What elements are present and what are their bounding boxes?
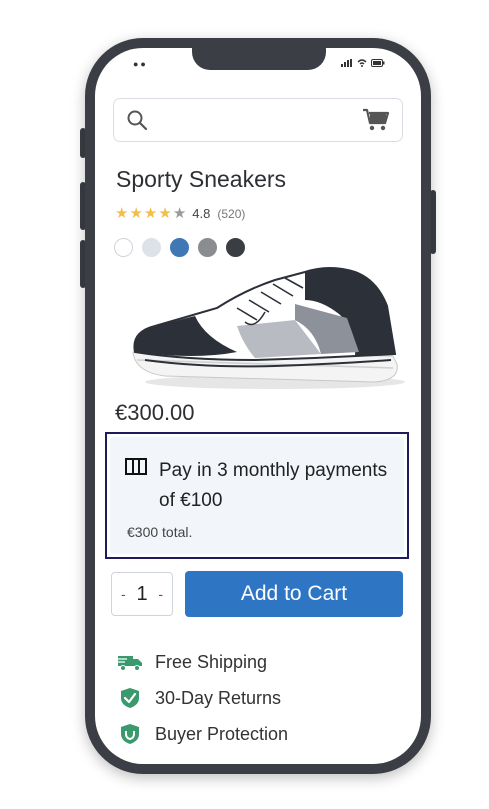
product-price: €300.00 — [115, 400, 195, 425]
signal-icon — [341, 59, 352, 67]
battery-icon — [371, 59, 385, 67]
quantity-stepper[interactable]: - 1 - — [111, 572, 173, 616]
feature-label: Buyer Protection — [155, 723, 289, 744]
rating-stars: ★ ★ ★ ★ ★ — [115, 206, 186, 221]
star-icon: ★ — [143, 205, 158, 222]
feature-label: 30-Day Returns — [155, 687, 282, 708]
feature-free-shipping: Free Shipping — [117, 644, 288, 680]
color-swatch[interactable] — [142, 238, 161, 257]
status-dots: ●● — [133, 59, 148, 69]
quantity-decrement[interactable]: - — [121, 586, 126, 602]
star-icon: ★ — [129, 205, 143, 222]
color-swatches — [114, 238, 245, 257]
search-bar[interactable] — [113, 98, 403, 142]
cart-icon[interactable] — [362, 108, 390, 132]
star-icon: ★ — [158, 205, 172, 222]
feature-buyer-protection: Buyer Protection — [117, 716, 288, 752]
star-icon: ★ — [115, 205, 129, 222]
installment-total: €300 total. — [127, 524, 193, 540]
quantity-increment[interactable]: - — [158, 586, 163, 602]
status-icons — [341, 59, 385, 67]
product-title: Sporty Sneakers — [116, 166, 287, 192]
feature-list: Free Shipping 30-Day Returns Buyer Prote… — [117, 644, 288, 752]
phone-frame: ●● Sporty Sneakers ★ ★ ★ ★ ★ 4.8 (520) €… — [85, 38, 431, 774]
truck-icon — [117, 656, 142, 671]
installment-columns-icon — [125, 458, 147, 475]
color-swatch[interactable] — [226, 238, 245, 257]
review-count[interactable]: (520) — [217, 207, 245, 221]
rating-value: 4.8 — [192, 206, 211, 221]
star-icon: ★ — [172, 205, 187, 222]
color-swatch[interactable] — [114, 238, 133, 257]
phone-screen: ●● Sporty Sneakers ★ ★ ★ ★ ★ 4.8 (520) €… — [95, 48, 421, 764]
color-swatch[interactable] — [198, 238, 217, 257]
installment-text: Pay in 3 monthly payments of €100 — [159, 460, 388, 511]
quantity-value[interactable]: 1 — [136, 583, 147, 606]
shield-icon — [121, 724, 139, 744]
installment-offer[interactable]: Pay in 3 monthly payments of €100 €300 t… — [105, 432, 409, 559]
add-to-cart-button[interactable]: Add to Cart — [185, 571, 403, 617]
notch — [192, 48, 326, 70]
search-icon[interactable] — [126, 109, 148, 131]
product-rating: ★ ★ ★ ★ ★ 4.8 (520) — [115, 206, 245, 221]
feature-returns: 30-Day Returns — [117, 680, 288, 716]
shield-check-icon — [121, 688, 139, 708]
color-swatch[interactable] — [170, 238, 189, 257]
sneaker-image — [132, 267, 405, 389]
feature-label: Free Shipping — [155, 651, 268, 672]
wifi-icon — [357, 59, 367, 67]
